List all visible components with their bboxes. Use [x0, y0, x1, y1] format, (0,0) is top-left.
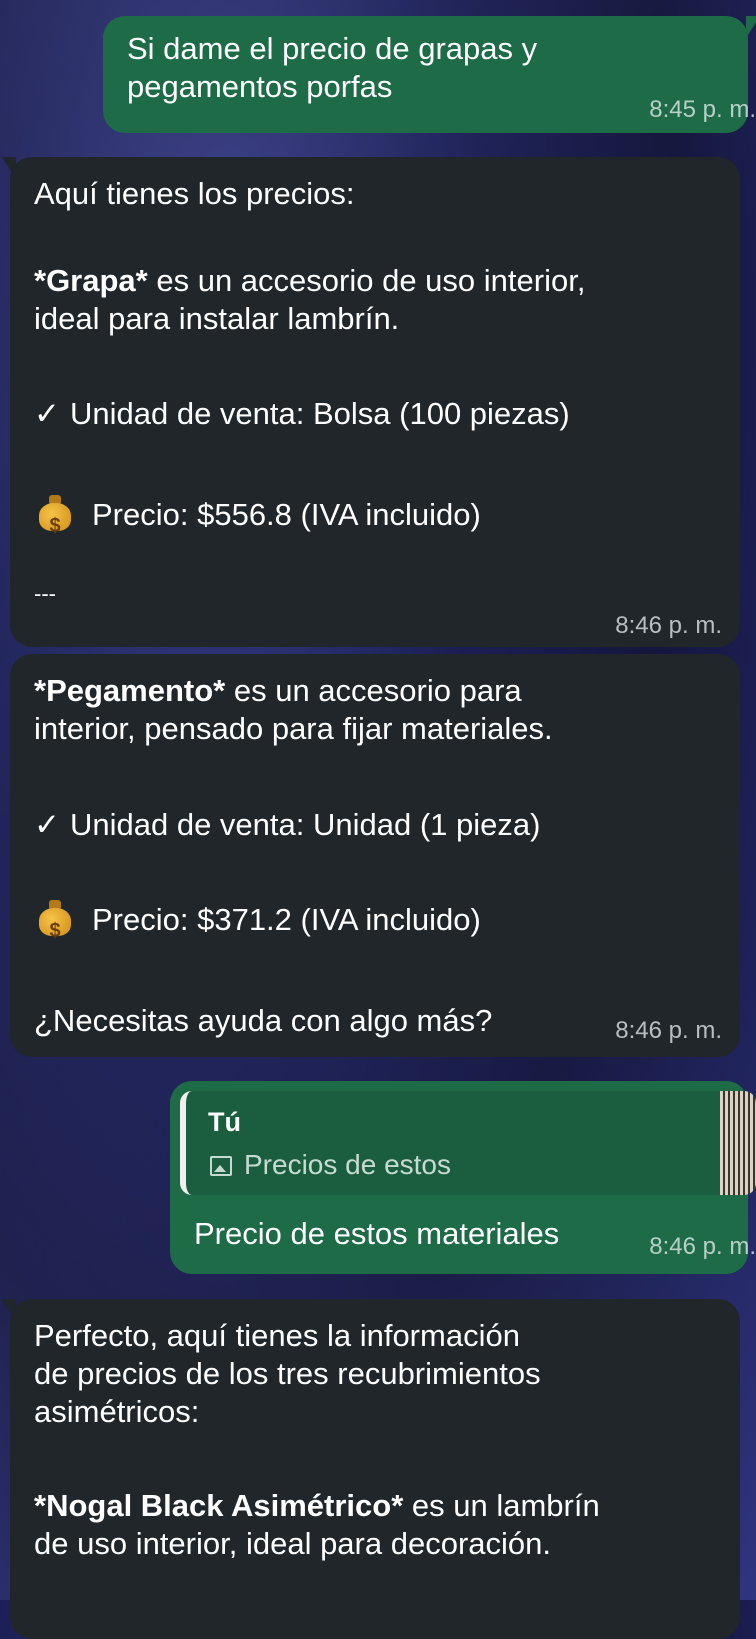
checkmark-icon: ✓ — [34, 807, 60, 842]
price-text: Precio: $556.8 (IVA incluido) — [92, 497, 481, 532]
product-description: *Pegamento* es un accesorio para interio… — [34, 672, 553, 748]
price-line: $ Precio: $556.8 (IVA incluido) — [34, 495, 481, 537]
product-name: *Grapa* — [34, 263, 148, 298]
separator: --- — [34, 581, 56, 606]
message-text: Si dame el precio de grapas y pegamentos… — [127, 31, 538, 104]
message-intro: Aquí tienes los precios: — [34, 176, 355, 211]
message-text: Precio de estos materiales — [194, 1216, 560, 1251]
quote-author: Tú — [208, 1107, 241, 1137]
image-icon — [210, 1156, 232, 1176]
sales-unit: ✓ Unidad de venta: Unidad (1 pieza) — [34, 806, 540, 844]
sales-unit-text: Unidad de venta: Bolsa (100 piezas) — [69, 396, 570, 431]
quote-thumbnail — [720, 1091, 756, 1195]
message-time: 8:46 p. m. — [615, 1017, 722, 1044]
product-description: *Grapa* es un accesorio de uso interior,… — [34, 262, 585, 338]
incoming-message-recubrimientos[interactable]: Perfecto, aquí tienes la información de … — [2, 1299, 740, 1639]
bubble-tail — [2, 157, 16, 179]
price-line: $ Precio: $371.2 (IVA incluido) — [34, 900, 481, 942]
message-time: 8:45 p. m. — [649, 96, 756, 123]
bubble-tail — [2, 1299, 16, 1321]
money-bag-icon: $ — [38, 900, 72, 942]
sales-unit: ✓ Unidad de venta: Bolsa (100 piezas) — [34, 395, 570, 433]
product-name: *Pegamento* — [34, 673, 226, 708]
incoming-message-grapa[interactable]: Aquí tienes los precios: *Grapa* es un a… — [2, 157, 740, 647]
money-bag-icon: $ — [38, 495, 72, 537]
checkmark-icon: ✓ — [34, 396, 60, 431]
price-text: Precio: $371.2 (IVA incluido) — [92, 902, 481, 937]
followup-question: ¿Necesitas ayuda con algo más? — [34, 1003, 493, 1038]
message-time: 8:46 p. m. — [615, 612, 722, 639]
message-time: 8:46 p. m. — [649, 1233, 756, 1260]
bubble-tail — [746, 16, 756, 38]
message-text: Perfecto, aquí tienes la información de … — [34, 1318, 541, 1429]
product-description: *Nogal Black Asimétrico* es un lambrín d… — [34, 1487, 600, 1563]
sales-unit-text: Unidad de venta: Unidad (1 pieza) — [69, 807, 541, 842]
quote-text-row: Precios de estos — [210, 1149, 451, 1181]
quote-text: Precios de estos — [244, 1149, 451, 1180]
product-name: *Nogal Black Asimétrico* — [34, 1488, 404, 1523]
outgoing-message-reply[interactable]: Tú Precios de estos Precio de estos mate… — [170, 1081, 756, 1274]
outgoing-message-1[interactable]: Si dame el precio de grapas y pegamentos… — [103, 16, 756, 133]
quoted-message[interactable]: Tú Precios de estos — [180, 1091, 756, 1195]
incoming-message-pegamento[interactable]: *Pegamento* es un accesorio para interio… — [10, 654, 740, 1057]
